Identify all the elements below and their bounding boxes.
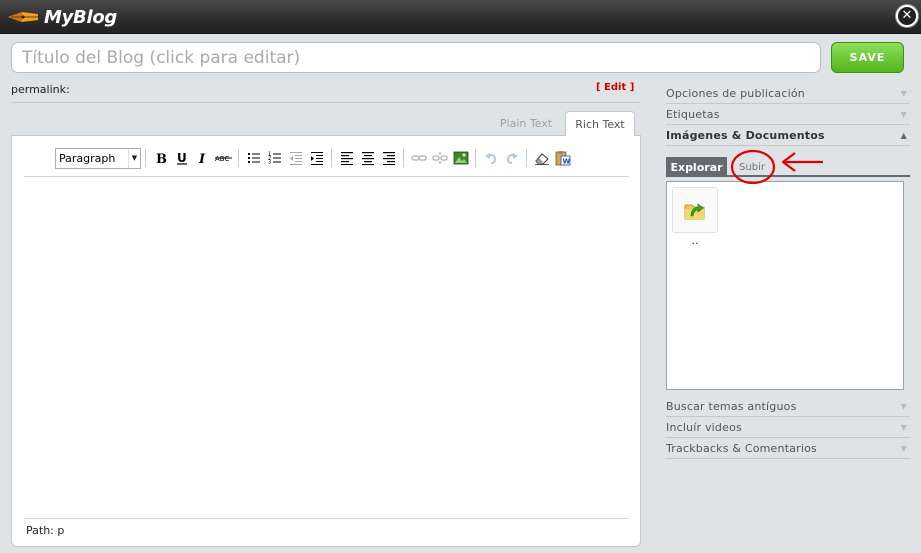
undo-button[interactable] (480, 148, 501, 168)
svg-text:I: I (198, 152, 206, 165)
section-incluir-videos[interactable]: Incluír videos ▼ (666, 417, 910, 438)
triangle-down-icon: ▼ (900, 401, 907, 411)
pen-nib-icon (8, 12, 38, 22)
folder-up-icon (684, 203, 705, 220)
svg-text:ABC: ABC (215, 155, 229, 163)
underline-icon: U (176, 151, 187, 165)
media-subtabs: Explorar Subir (666, 157, 910, 177)
align-right-button[interactable] (378, 148, 399, 168)
insert-link-button[interactable] (408, 148, 429, 168)
close-icon: ✕ (898, 7, 916, 25)
numbered-list-button[interactable]: 123 (264, 148, 285, 168)
outdent-icon (289, 152, 302, 165)
italic-button[interactable]: I (192, 148, 213, 168)
toolbar-separator (526, 149, 527, 167)
remove-format-button[interactable] (531, 148, 552, 168)
subtab-subir[interactable]: Subir (732, 157, 772, 177)
italic-icon: I (198, 152, 206, 165)
triangle-up-icon: ▲ (900, 130, 907, 140)
redo-button[interactable] (501, 148, 522, 168)
parent-folder-tile[interactable] (672, 187, 718, 233)
indent-button[interactable] (306, 148, 327, 168)
link-icon (410, 155, 427, 161)
redo-icon (506, 153, 518, 164)
triangle-down-icon: ▼ (900, 109, 907, 119)
app-logo: MyBlog (8, 6, 117, 28)
undo-icon (484, 153, 496, 164)
section-trackbacks-comentarios[interactable]: Trackbacks & Comentarios ▼ (666, 438, 910, 459)
align-center-icon (361, 152, 374, 165)
underline-button[interactable]: U (171, 148, 192, 168)
insert-image-button[interactable] (450, 148, 471, 168)
svg-text:W: W (562, 158, 570, 166)
section-label: Incluír videos (666, 420, 742, 434)
paste-word-icon: W (555, 151, 570, 166)
subtab-explorar[interactable]: Explorar (666, 157, 727, 177)
rich-text-editor[interactable]: Paragraph ▼ B U I ABC 123 W Path: p (11, 135, 641, 547)
toolbar-separator (238, 149, 239, 167)
align-center-button[interactable] (357, 148, 378, 168)
toolbar-separator (145, 149, 146, 167)
bullet-list-icon (247, 153, 260, 163)
section-label: Imágenes & Documentos (666, 128, 825, 142)
save-button[interactable]: SAVE (831, 42, 904, 73)
editor-path-label: Path: p (26, 524, 65, 537)
section-label: Etiquetas (666, 107, 720, 121)
section-label: Trackbacks & Comentarios (666, 441, 817, 455)
svg-text:U: U (177, 151, 187, 165)
divider (11, 102, 641, 103)
title-bar: MyBlog ✕ (0, 0, 921, 34)
editor-divider (24, 176, 629, 177)
align-right-icon (382, 152, 395, 165)
eraser-icon (534, 153, 549, 165)
svg-text:3: 3 (268, 160, 271, 166)
section-opciones-publicacion[interactable]: Opciones de publicación ▼ (666, 83, 910, 104)
align-left-icon (340, 152, 353, 165)
section-label: Buscar temas antíguos (666, 399, 797, 413)
format-select-value: Paragraph (59, 151, 116, 165)
strikethrough-icon: ABC (214, 155, 232, 163)
unlink-icon (431, 152, 448, 164)
permalink-edit-link[interactable]: [ Edit ] (596, 82, 634, 93)
section-label: Opciones de publicación (666, 86, 805, 100)
section-etiquetas[interactable]: Etiquetas ▼ (666, 104, 910, 125)
triangle-down-icon: ▼ (900, 88, 907, 98)
close-button[interactable]: ✕ (895, 4, 919, 28)
format-select[interactable]: Paragraph ▼ (55, 147, 141, 169)
svg-text:B: B (156, 152, 167, 165)
indent-icon (310, 152, 323, 165)
toolbar-separator (403, 149, 404, 167)
app-title: MyBlog (44, 6, 117, 28)
toolbar-separator (475, 149, 476, 167)
editor-status-divider (24, 518, 629, 519)
triangle-down-icon: ▼ (900, 422, 907, 432)
bullet-list-button[interactable] (243, 148, 264, 168)
image-icon (453, 151, 468, 165)
bold-button[interactable]: B (150, 148, 171, 168)
toolbar-separator (331, 149, 332, 167)
bold-icon: B (156, 152, 167, 165)
folder-name: .. (691, 234, 699, 247)
align-left-button[interactable] (336, 148, 357, 168)
outdent-button[interactable] (285, 148, 306, 168)
unlink-button[interactable] (429, 148, 450, 168)
file-browser: .. (666, 181, 904, 390)
section-imagenes-documentos[interactable]: Imágenes & Documentos ▲ (666, 125, 910, 146)
numbered-list-icon: 123 (268, 152, 281, 166)
paste-word-button[interactable]: W (552, 148, 573, 168)
tab-rich-text[interactable]: Rich Text (565, 111, 635, 136)
tab-plain-text[interactable]: Plain Text (490, 111, 562, 135)
permalink-label: permalink: (11, 83, 70, 96)
editor-toolbar: Paragraph ▼ B U I ABC 123 W (55, 147, 573, 169)
blog-title-input[interactable] (11, 42, 821, 73)
chevron-down-icon: ▼ (128, 148, 140, 168)
section-buscar-temas[interactable]: Buscar temas antíguos ▼ (666, 396, 910, 417)
triangle-down-icon: ▼ (900, 443, 907, 453)
strikethrough-button[interactable]: ABC (213, 148, 234, 168)
